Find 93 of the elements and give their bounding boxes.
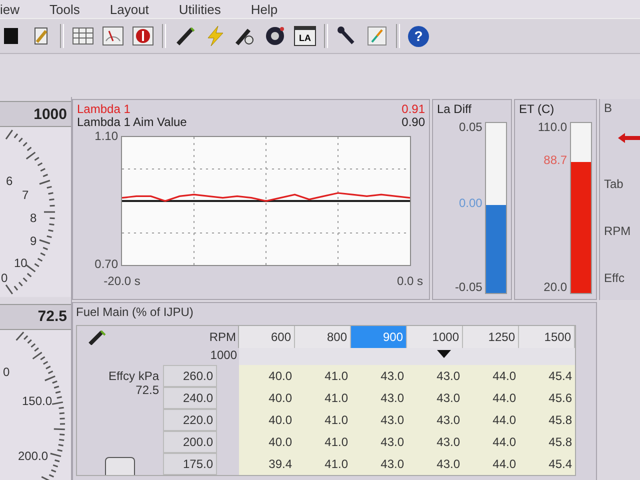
toolbar-button[interactable] bbox=[264, 25, 286, 47]
meter-title: La Diff bbox=[437, 102, 472, 118]
table-cell: 45.4 bbox=[519, 453, 575, 475]
compass-icon bbox=[366, 25, 388, 47]
table-cell: 43.0 bbox=[407, 387, 463, 409]
panel-title: B bbox=[604, 101, 614, 115]
gauge-reading: 72.5 bbox=[0, 304, 71, 330]
stop-icon bbox=[132, 25, 154, 47]
field-label: Tab bbox=[604, 177, 624, 191]
reading-value: 0.90 bbox=[402, 116, 425, 129]
table-cell: 43.0 bbox=[351, 387, 407, 409]
axis-label: Effcy kPa bbox=[108, 369, 159, 383]
column-header[interactable]: 1250 bbox=[463, 326, 519, 348]
toolbar-button[interactable] bbox=[132, 25, 154, 47]
scale-label: 7 bbox=[22, 188, 29, 202]
current-value: 1000 bbox=[209, 348, 238, 364]
menu-item[interactable]: Utilities bbox=[178, 2, 221, 16]
legend-label: Lambda 1 Aim Value bbox=[77, 116, 187, 129]
current-value: 72.5 bbox=[134, 383, 159, 397]
menu-item[interactable]: Help bbox=[250, 2, 278, 16]
table-cell: 43.0 bbox=[351, 453, 407, 475]
row-header: 220.0 bbox=[163, 409, 217, 431]
table-cell: 41.0 bbox=[295, 409, 351, 431]
axis-label: 1.10 bbox=[94, 129, 118, 143]
table-cell: 45.8 bbox=[519, 431, 575, 453]
table-cell: 45.6 bbox=[519, 387, 575, 409]
table-cell: 43.0 bbox=[407, 409, 463, 431]
table-cell: 43.0 bbox=[351, 409, 407, 431]
table-cell: 43.0 bbox=[407, 453, 463, 475]
scale-label: 150.0 bbox=[22, 394, 52, 408]
gauge-icon bbox=[102, 25, 124, 47]
table-cell: 41.0 bbox=[295, 365, 351, 387]
table-cell: 44.0 bbox=[463, 453, 519, 475]
table-cell: 41.0 bbox=[295, 431, 351, 453]
meter-title: ET (C) bbox=[519, 102, 556, 118]
scale-label: 9 bbox=[30, 234, 37, 248]
table-title: Fuel Main (% of IJPU) bbox=[76, 305, 194, 321]
table-cell: 44.0 bbox=[463, 431, 519, 453]
column-header[interactable]: 1000 bbox=[407, 326, 463, 348]
scale-label: 10 bbox=[14, 256, 28, 270]
row-header: 240.0 bbox=[163, 387, 217, 409]
menu-item[interactable]: Layout bbox=[110, 2, 149, 16]
axis-label: 0.0 s bbox=[397, 274, 423, 288]
axis-label: 0.70 bbox=[94, 257, 118, 271]
table-cell: 45.8 bbox=[519, 409, 575, 431]
table-cell: 44.0 bbox=[463, 387, 519, 409]
table-cell: 40.0 bbox=[239, 409, 295, 431]
gauge-reading: 1000 bbox=[0, 101, 71, 127]
column-header[interactable]: 600 bbox=[239, 326, 295, 348]
scale-label: 200.0 bbox=[18, 448, 48, 463]
scale-label: 8 bbox=[30, 211, 37, 225]
row-header: 200.0 bbox=[163, 431, 217, 453]
disc-icon bbox=[264, 25, 286, 47]
field-label: Effc bbox=[604, 271, 626, 285]
reading-value: 0.91 bbox=[402, 103, 425, 116]
scale-label: 6 bbox=[6, 174, 13, 188]
table-cell: 43.0 bbox=[407, 431, 463, 453]
scale-min: 20.0 bbox=[544, 280, 567, 294]
table-cell: 41.0 bbox=[295, 453, 351, 475]
arrow-icon bbox=[618, 133, 640, 143]
meter-reading: 0.00 bbox=[458, 196, 482, 210]
table-cell: 39.4 bbox=[239, 453, 295, 475]
scale-max: 110.0 bbox=[538, 120, 567, 134]
menu-item[interactable]: iew bbox=[0, 2, 20, 16]
table-cell: 43.0 bbox=[407, 365, 463, 387]
table-cell: 44.0 bbox=[463, 365, 519, 387]
scale-min: -0.05 bbox=[454, 280, 482, 294]
scale-label: 0 bbox=[3, 364, 10, 379]
table-cell: 43.0 bbox=[351, 365, 407, 387]
row-header: 260.0 bbox=[163, 365, 217, 387]
axis-label: -20.0 s bbox=[104, 274, 140, 288]
column-header[interactable]: 1500 bbox=[519, 326, 575, 348]
scale-label: 0 bbox=[1, 271, 8, 285]
table-cell: 43.0 bbox=[351, 431, 407, 453]
column-header[interactable]: 800 bbox=[295, 326, 351, 348]
row-header: 175.0 bbox=[163, 453, 217, 475]
label-button[interactable]: LA bbox=[294, 26, 316, 46]
axis-label: RPM bbox=[209, 330, 236, 344]
table-icon bbox=[72, 25, 94, 47]
menu-item[interactable]: Tools bbox=[50, 2, 80, 16]
table-cell: 45.4 bbox=[519, 365, 575, 387]
field-label: RPM bbox=[604, 224, 632, 238]
screen-icon bbox=[4, 28, 18, 44]
table-cell: 40.0 bbox=[239, 387, 295, 409]
help-button[interactable]: ? bbox=[408, 26, 429, 46]
table-cell: 41.0 bbox=[295, 387, 351, 409]
legend-label: Lambda 1 bbox=[77, 103, 130, 116]
table-cell: 40.0 bbox=[239, 365, 295, 387]
table-cell: 44.0 bbox=[463, 409, 519, 431]
meter-reading: 88.7 bbox=[544, 153, 567, 168]
square-button[interactable] bbox=[105, 457, 135, 475]
scale-max: 0.05 bbox=[458, 120, 482, 134]
table-cell: 40.0 bbox=[239, 431, 295, 453]
